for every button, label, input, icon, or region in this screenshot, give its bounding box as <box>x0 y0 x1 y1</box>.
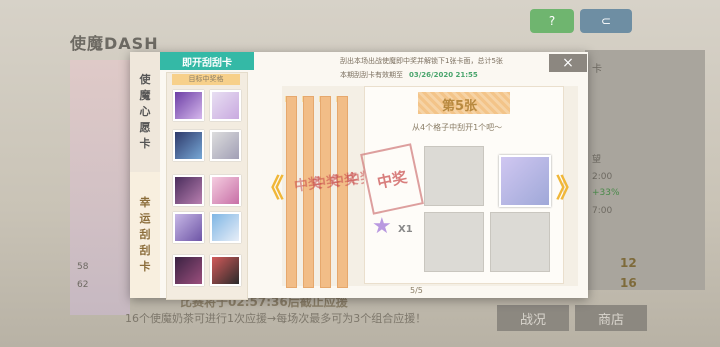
background-banner <box>70 60 130 315</box>
next-card-arrow[interactable]: 》 <box>556 168 582 205</box>
tab-char: 刮 <box>139 244 151 257</box>
page-indicator: 5/5 <box>410 286 423 295</box>
tab-char: 刮 <box>139 228 151 241</box>
card-title: 第5张 <box>442 99 478 114</box>
target-avatar-9 <box>173 255 204 286</box>
back-button[interactable]: ⊂ <box>580 9 632 33</box>
tab-wish-card-label: 使魔心愿卡 <box>140 72 151 152</box>
tab-char: 使 <box>139 73 151 86</box>
target-avatar-8 <box>210 212 241 243</box>
revealed-prize-avatar <box>499 155 551 207</box>
right-small-1: 望 <box>592 155 602 165</box>
right-num-2: 16 <box>620 276 637 290</box>
close-icon: × <box>562 55 574 71</box>
help-icon: ? <box>548 14 556 28</box>
right-num-1: 12 <box>620 256 637 270</box>
right-small-2: 2:00 <box>592 172 613 182</box>
tab-wish-card[interactable]: 使魔心愿卡 <box>130 52 160 172</box>
background-title: 使魔DASH <box>70 34 159 53</box>
target-avatar-5 <box>173 175 204 206</box>
tab-char: 心 <box>139 105 151 118</box>
tab-char: 魔 <box>139 89 151 102</box>
back-icon: ⊂ <box>600 14 612 28</box>
validity-prefix: 本期刮刮卡有效期至 <box>340 71 403 79</box>
target-avatar-1 <box>173 90 204 121</box>
right-small-4: 7:00 <box>592 206 613 216</box>
shop-button[interactable]: 商店 <box>575 305 647 331</box>
target-avatar-6 <box>210 175 241 206</box>
tab-char: 卡 <box>139 137 151 150</box>
close-button[interactable]: × <box>549 54 587 72</box>
tab-char: 卡 <box>139 260 151 273</box>
scratch-cell-4[interactable] <box>490 212 550 272</box>
vertical-tabs: 使魔心愿卡 幸运刮刮卡 <box>130 52 160 298</box>
tab-char: 运 <box>139 212 151 225</box>
background-right-panel <box>585 50 705 290</box>
right-label: 卡 <box>592 64 602 75</box>
tab-lucky-scratch[interactable]: 幸运刮刮卡 <box>130 172 160 298</box>
tab-lucky-scratch-label: 幸运刮刮卡 <box>140 195 151 275</box>
prev-card-arrow[interactable]: 《 <box>258 168 284 205</box>
help-button[interactable]: ? <box>530 9 574 33</box>
tab-char: 愿 <box>139 121 151 134</box>
left-num-2: 62 <box>77 280 89 290</box>
right-small-3: +33% <box>592 188 620 198</box>
target-header: 即开刮刮卡 <box>160 52 254 70</box>
support-note: 16个使魔奶茶可进行1次应援→每场次最多可为3个组合应援！ <box>125 312 427 325</box>
used-card-4 <box>337 96 348 288</box>
left-num-1: 58 <box>77 262 89 272</box>
target-avatar-3 <box>173 130 204 161</box>
battle-status-button[interactable]: 战况 <box>497 305 569 331</box>
target-avatar-10 <box>210 255 241 286</box>
rule-text: 刮出本场出战使魔即中奖并解锁下1张卡面，总计5张 <box>340 57 503 65</box>
prize-count: X1 <box>398 224 413 235</box>
target-avatar-4 <box>210 130 241 161</box>
star-icon: ★ <box>372 214 392 239</box>
scratch-cell-3[interactable] <box>424 212 484 272</box>
target-subheader: 目标中奖格 <box>172 74 240 85</box>
scratch-cell-1[interactable] <box>424 146 484 206</box>
validity-date: 03/26/2020 21:55 <box>409 71 478 79</box>
target-avatar-7 <box>173 212 204 243</box>
validity-text: 本期刮刮卡有效期至 03/26/2020 21:55 <box>340 70 478 80</box>
card-instruction: 从4个格子中刮开1个吧～ <box>412 123 503 132</box>
tab-char: 幸 <box>139 196 151 209</box>
target-avatar-2 <box>210 90 241 121</box>
